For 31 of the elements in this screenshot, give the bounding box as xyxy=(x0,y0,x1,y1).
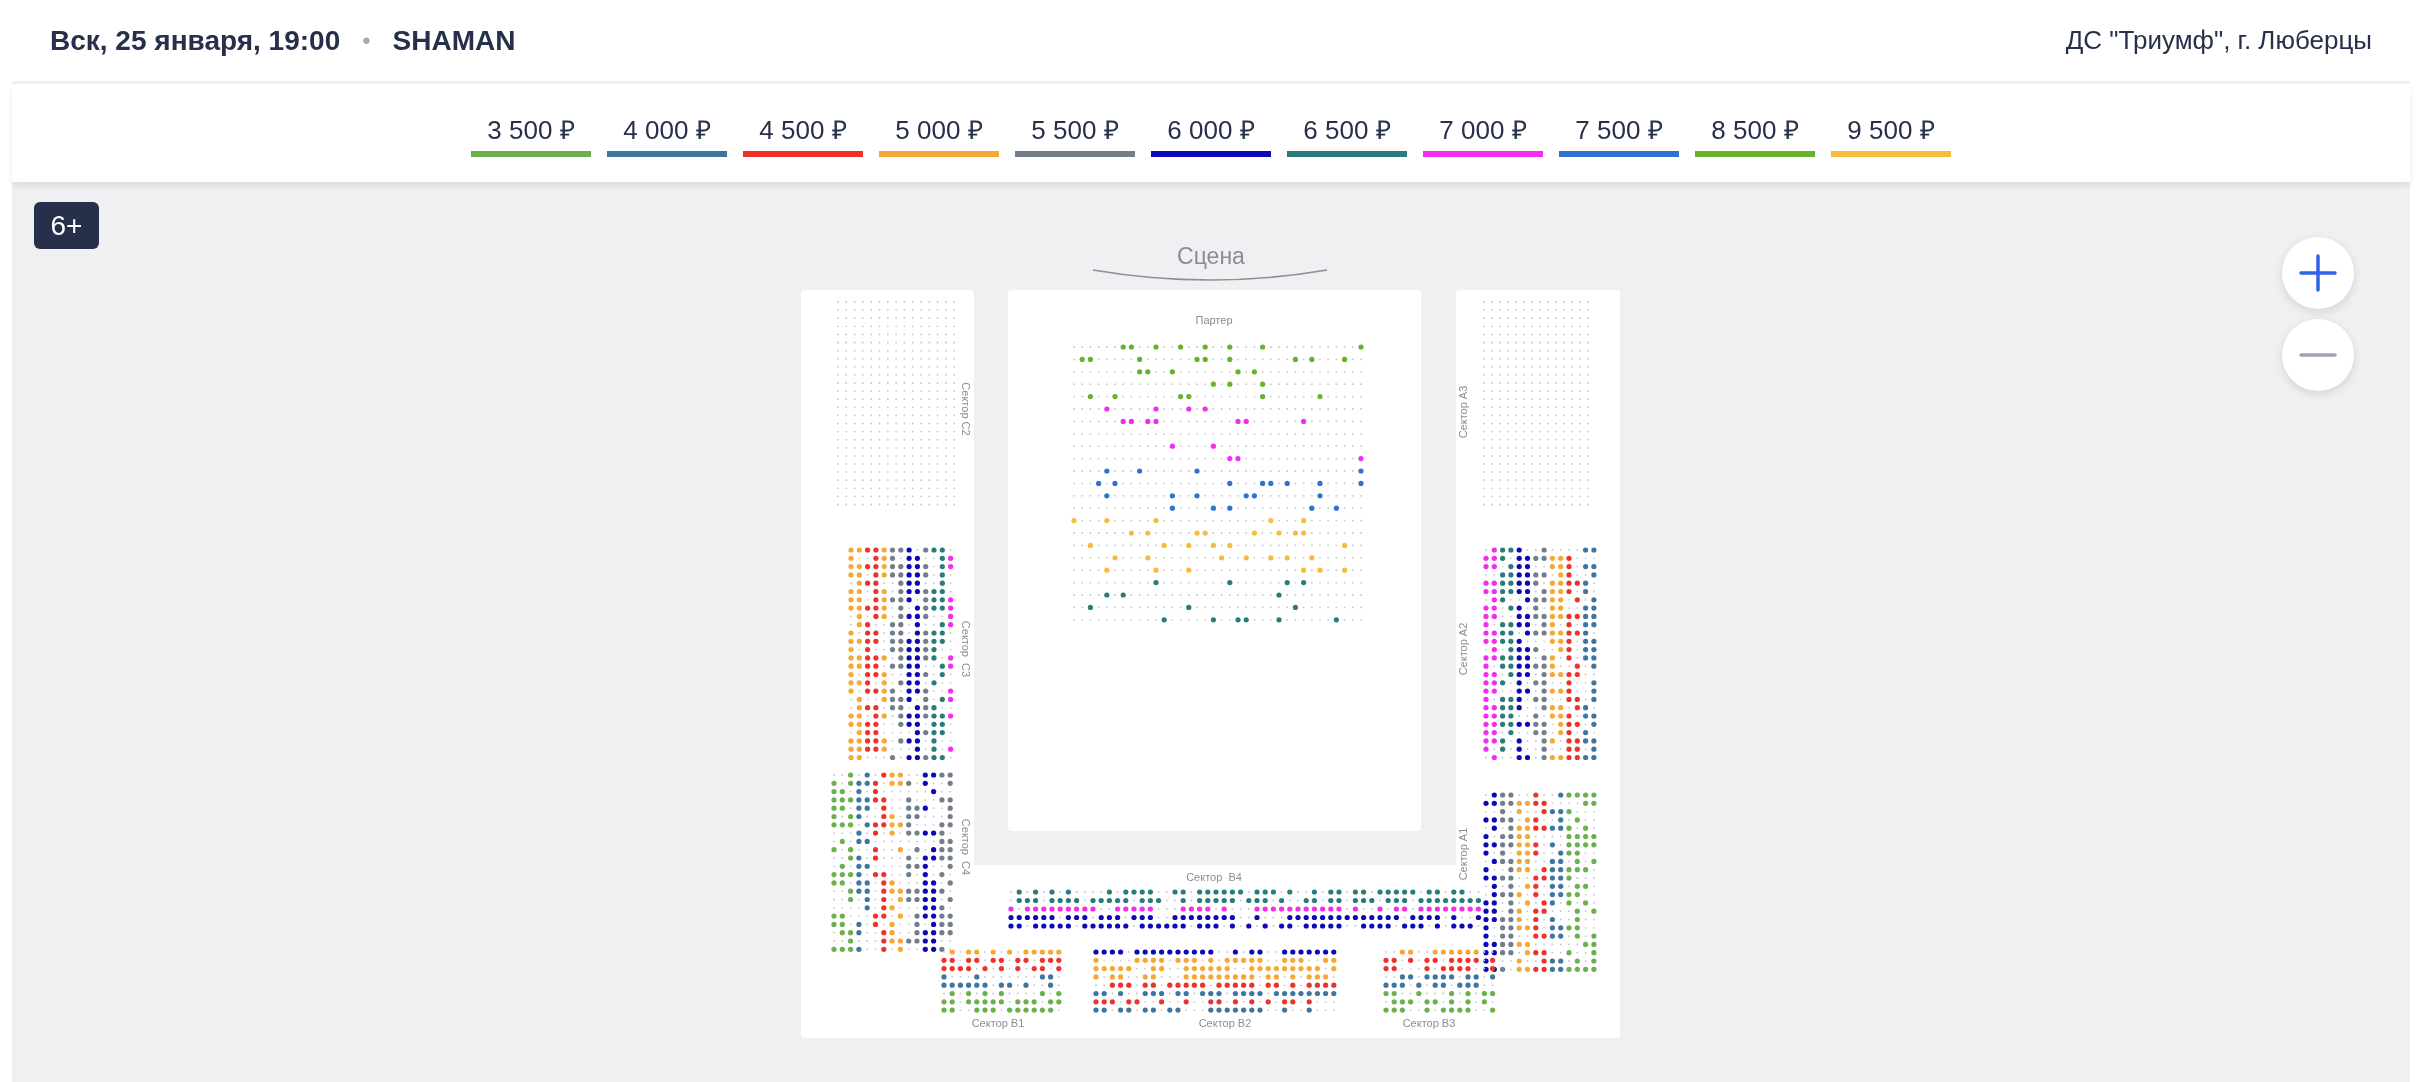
sector-label: Сектор C4 xyxy=(960,818,972,876)
sector-label: Сектор C3 xyxy=(960,620,972,678)
event-date: Вск, 25 января, 19:00 xyxy=(50,23,341,58)
sector-label: Сектор B3 xyxy=(1402,1017,1456,1029)
price-filter[interactable]: 5 500 ₽ xyxy=(1015,109,1135,157)
price-filter[interactable]: 7 000 ₽ xyxy=(1423,109,1543,157)
venue-name: ДС "Триумф", г. Люберцы xyxy=(2065,24,2372,57)
event-title: SHAMAN xyxy=(392,23,516,58)
zoom-in-button[interactable] xyxy=(2282,237,2354,309)
stage-label: Сцена xyxy=(1177,243,1245,269)
minus-icon xyxy=(2299,352,2337,358)
sector-label: Сектор B4 xyxy=(1186,871,1242,883)
sector-label: Сектор B2 xyxy=(1198,1017,1252,1029)
sector-label: Сектор C2 xyxy=(960,382,972,436)
separator-dot: • xyxy=(362,25,371,56)
sector-label: Сектор A2 xyxy=(1457,622,1469,676)
price-filter[interactable]: 6 000 ₽ xyxy=(1151,109,1271,157)
age-rating-badge: 6+ xyxy=(34,202,99,249)
price-filter[interactable]: 8 500 ₽ xyxy=(1695,109,1815,157)
sector-label: Сектор A3 xyxy=(1457,385,1469,439)
price-filter[interactable]: 9 500 ₽ xyxy=(1831,109,1951,157)
sector-label: Партер xyxy=(1195,314,1233,326)
plus-icon xyxy=(2299,254,2337,292)
price-filter[interactable]: 6 500 ₽ xyxy=(1287,109,1407,157)
sector-label: Сектор A1 xyxy=(1457,827,1469,881)
price-filter[interactable]: 3 500 ₽ xyxy=(471,109,591,157)
price-filter[interactable]: 4 000 ₽ xyxy=(607,109,727,157)
price-filter[interactable]: 4 500 ₽ xyxy=(743,109,863,157)
price-filter[interactable]: 5 000 ₽ xyxy=(879,109,999,157)
price-filter[interactable]: 7 500 ₽ xyxy=(1559,109,1679,157)
sector-label: Сектор B1 xyxy=(971,1017,1025,1029)
